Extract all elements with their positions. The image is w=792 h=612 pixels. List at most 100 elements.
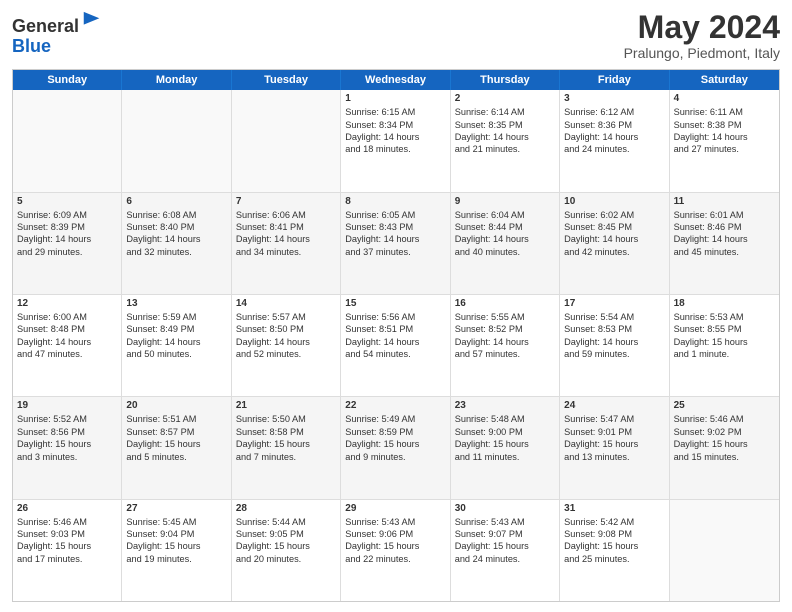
- cal-row-1: 5Sunrise: 6:09 AMSunset: 8:39 PMDaylight…: [13, 193, 779, 295]
- cell-line: and 3 minutes.: [17, 451, 117, 463]
- cell-line: and 52 minutes.: [236, 348, 336, 360]
- day-number-10: 10: [564, 196, 664, 207]
- cell-line: and 42 minutes.: [564, 246, 664, 258]
- cal-cell-r0-c6: 4Sunrise: 6:11 AMSunset: 8:38 PMDaylight…: [670, 90, 779, 191]
- cell-line: Sunset: 8:56 PM: [17, 426, 117, 438]
- cell-line: Daylight: 14 hours: [236, 336, 336, 348]
- day-tuesday: Tuesday: [232, 70, 341, 90]
- cell-line: and 54 minutes.: [345, 348, 445, 360]
- cell-line: Sunrise: 6:01 AM: [674, 209, 775, 221]
- cell-line: Sunset: 8:50 PM: [236, 323, 336, 335]
- day-number-23: 23: [455, 400, 555, 411]
- cell-line: Sunrise: 5:52 AM: [17, 413, 117, 425]
- cal-cell-r0-c2: [232, 90, 341, 191]
- cal-cell-r2-c5: 17Sunrise: 5:54 AMSunset: 8:53 PMDayligh…: [560, 295, 669, 396]
- logo-blue: Blue: [12, 36, 51, 56]
- day-sunday: Sunday: [13, 70, 122, 90]
- day-thursday: Thursday: [451, 70, 560, 90]
- cal-row-3: 19Sunrise: 5:52 AMSunset: 8:56 PMDayligh…: [13, 397, 779, 499]
- cell-line: Daylight: 15 hours: [455, 438, 555, 450]
- day-number-22: 22: [345, 400, 445, 411]
- cell-line: Sunrise: 5:53 AM: [674, 311, 775, 323]
- cell-line: Daylight: 15 hours: [674, 336, 775, 348]
- cell-line: Sunrise: 5:47 AM: [564, 413, 664, 425]
- cell-line: Daylight: 15 hours: [564, 540, 664, 552]
- cell-line: and 15 minutes.: [674, 451, 775, 463]
- day-number-18: 18: [674, 298, 775, 309]
- day-number-6: 6: [126, 196, 226, 207]
- cell-line: Sunrise: 5:42 AM: [564, 516, 664, 528]
- day-number-11: 11: [674, 196, 775, 207]
- cell-line: and 21 minutes.: [455, 143, 555, 155]
- cell-line: Sunset: 8:53 PM: [564, 323, 664, 335]
- cell-line: and 29 minutes.: [17, 246, 117, 258]
- page: General Blue May 2024 Pralungo, Piedmont…: [0, 0, 792, 612]
- cell-line: and 40 minutes.: [455, 246, 555, 258]
- cell-line: Daylight: 15 hours: [345, 540, 445, 552]
- cell-line: Sunset: 8:57 PM: [126, 426, 226, 438]
- cal-cell-r3-c3: 22Sunrise: 5:49 AMSunset: 8:59 PMDayligh…: [341, 397, 450, 498]
- cal-cell-r4-c3: 29Sunrise: 5:43 AMSunset: 9:06 PMDayligh…: [341, 500, 450, 601]
- cell-line: Daylight: 14 hours: [564, 233, 664, 245]
- day-number-13: 13: [126, 298, 226, 309]
- day-number-9: 9: [455, 196, 555, 207]
- cal-cell-r4-c1: 27Sunrise: 5:45 AMSunset: 9:04 PMDayligh…: [122, 500, 231, 601]
- cell-line: Daylight: 15 hours: [345, 438, 445, 450]
- day-number-28: 28: [236, 503, 336, 514]
- cell-line: and 59 minutes.: [564, 348, 664, 360]
- cal-cell-r1-c2: 7Sunrise: 6:06 AMSunset: 8:41 PMDaylight…: [232, 193, 341, 294]
- cal-row-2: 12Sunrise: 6:00 AMSunset: 8:48 PMDayligh…: [13, 295, 779, 397]
- day-friday: Friday: [560, 70, 669, 90]
- cell-line: and 20 minutes.: [236, 553, 336, 565]
- calendar-body: 1Sunrise: 6:15 AMSunset: 8:34 PMDaylight…: [13, 90, 779, 601]
- day-number-15: 15: [345, 298, 445, 309]
- cal-cell-r0-c3: 1Sunrise: 6:15 AMSunset: 8:34 PMDaylight…: [341, 90, 450, 191]
- cell-line: Sunrise: 6:11 AM: [674, 106, 775, 118]
- cell-line: Sunset: 8:41 PM: [236, 221, 336, 233]
- cell-line: Sunset: 8:39 PM: [17, 221, 117, 233]
- cell-line: Sunrise: 5:54 AM: [564, 311, 664, 323]
- cal-cell-r0-c0: [13, 90, 122, 191]
- cell-line: Sunrise: 6:14 AM: [455, 106, 555, 118]
- cell-line: and 11 minutes.: [455, 451, 555, 463]
- cell-line: Sunset: 8:49 PM: [126, 323, 226, 335]
- cell-line: and 5 minutes.: [126, 451, 226, 463]
- cell-line: Sunset: 9:02 PM: [674, 426, 775, 438]
- cell-line: Daylight: 15 hours: [17, 540, 117, 552]
- cell-line: Daylight: 14 hours: [126, 233, 226, 245]
- cell-line: Sunset: 8:52 PM: [455, 323, 555, 335]
- cal-cell-r1-c5: 10Sunrise: 6:02 AMSunset: 8:45 PMDayligh…: [560, 193, 669, 294]
- cal-cell-r4-c5: 31Sunrise: 5:42 AMSunset: 9:08 PMDayligh…: [560, 500, 669, 601]
- cell-line: Daylight: 15 hours: [17, 438, 117, 450]
- day-number-7: 7: [236, 196, 336, 207]
- title-block: May 2024 Pralungo, Piedmont, Italy: [624, 10, 780, 61]
- cal-cell-r4-c0: 26Sunrise: 5:46 AMSunset: 9:03 PMDayligh…: [13, 500, 122, 601]
- cal-cell-r0-c1: [122, 90, 231, 191]
- cell-line: Sunset: 8:46 PM: [674, 221, 775, 233]
- cell-line: Daylight: 14 hours: [345, 336, 445, 348]
- cell-line: Sunset: 8:44 PM: [455, 221, 555, 233]
- day-number-12: 12: [17, 298, 117, 309]
- day-number-31: 31: [564, 503, 664, 514]
- cell-line: Sunset: 9:07 PM: [455, 528, 555, 540]
- cal-row-4: 26Sunrise: 5:46 AMSunset: 9:03 PMDayligh…: [13, 500, 779, 601]
- cal-cell-r0-c5: 3Sunrise: 6:12 AMSunset: 8:36 PMDaylight…: [560, 90, 669, 191]
- cell-line: Sunset: 8:55 PM: [674, 323, 775, 335]
- cell-line: Sunrise: 5:43 AM: [345, 516, 445, 528]
- cell-line: Sunrise: 5:46 AM: [17, 516, 117, 528]
- cal-cell-r1-c4: 9Sunrise: 6:04 AMSunset: 8:44 PMDaylight…: [451, 193, 560, 294]
- location: Pralungo, Piedmont, Italy: [624, 45, 780, 61]
- cell-line: and 57 minutes.: [455, 348, 555, 360]
- day-number-1: 1: [345, 93, 445, 104]
- cell-line: and 45 minutes.: [674, 246, 775, 258]
- day-number-16: 16: [455, 298, 555, 309]
- cell-line: Sunrise: 6:05 AM: [345, 209, 445, 221]
- cal-cell-r1-c1: 6Sunrise: 6:08 AMSunset: 8:40 PMDaylight…: [122, 193, 231, 294]
- calendar: Sunday Monday Tuesday Wednesday Thursday…: [12, 69, 780, 602]
- cell-line: Sunrise: 5:46 AM: [674, 413, 775, 425]
- cell-line: Sunset: 8:43 PM: [345, 221, 445, 233]
- cal-cell-r3-c4: 23Sunrise: 5:48 AMSunset: 9:00 PMDayligh…: [451, 397, 560, 498]
- cell-line: and 37 minutes.: [345, 246, 445, 258]
- day-number-26: 26: [17, 503, 117, 514]
- cal-cell-r3-c6: 25Sunrise: 5:46 AMSunset: 9:02 PMDayligh…: [670, 397, 779, 498]
